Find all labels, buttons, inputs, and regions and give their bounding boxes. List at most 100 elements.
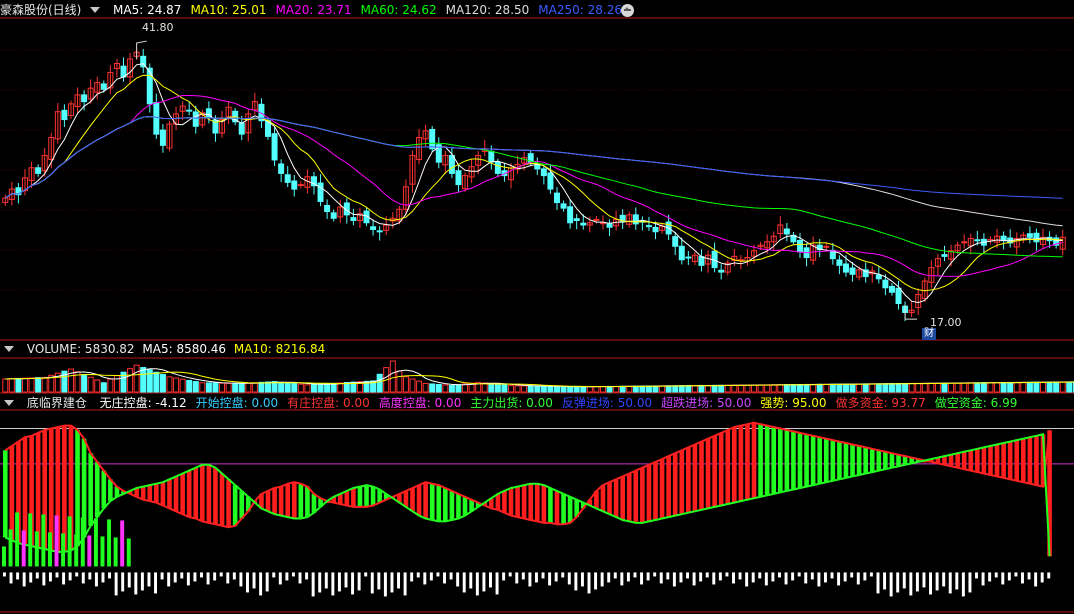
- volume-bar: [442, 384, 449, 393]
- volume-bar: [245, 382, 252, 393]
- indicator-bar: [416, 485, 422, 516]
- volume-bar: [521, 385, 528, 393]
- volume-bar: [173, 377, 180, 393]
- ma-legend-item: MA5: 24.87: [113, 3, 182, 17]
- candle-body: [842, 263, 849, 273]
- candle-body: [35, 167, 42, 174]
- indicator-negative-bar: [134, 572, 138, 595]
- volume-bar: [744, 384, 751, 393]
- volume-bar: [291, 383, 298, 393]
- volume-bar: [678, 385, 685, 393]
- indicator-negative-bar: [88, 572, 92, 580]
- indicator-bar: [285, 483, 291, 518]
- volume-bar: [915, 382, 922, 393]
- volume-bar: [888, 383, 895, 393]
- indicator-negative-bar: [810, 572, 814, 580]
- candle-body: [836, 259, 843, 266]
- dropdown-triangle-icon[interactable]: [4, 346, 14, 352]
- indicator-negative-bar: [475, 572, 479, 596]
- volume-bar: [258, 381, 265, 393]
- indicator-bar: [784, 429, 790, 491]
- indicator-negative-bar: [718, 572, 722, 581]
- indicator-negative-bar: [423, 572, 427, 585]
- volume-bar: [737, 384, 744, 393]
- volume-bar: [297, 383, 304, 393]
- indicator-negative-bar: [830, 572, 834, 579]
- indicator-negative-bar: [311, 572, 315, 597]
- indicator-bar: [200, 464, 205, 522]
- indicator-bar: [2, 450, 8, 538]
- candle-body: [100, 83, 107, 90]
- volume-bar: [396, 370, 403, 393]
- indicator-legend-item: 有庄控盘: 0.00: [287, 396, 370, 410]
- ma-legend-item: MA10: 25.01: [190, 3, 267, 17]
- candle-body: [448, 154, 455, 174]
- volume-bar: [586, 386, 593, 393]
- candle-body: [567, 206, 574, 224]
- volume-bar: [409, 378, 416, 393]
- indicator-bar: [370, 486, 376, 506]
- indicator-bar: [403, 490, 409, 507]
- dropdown-triangle-icon[interactable]: [90, 7, 101, 13]
- candle-body: [573, 218, 580, 221]
- indicator-negative-bar: [640, 572, 644, 585]
- indicator-bar: [712, 435, 717, 507]
- volume-bar: [508, 385, 515, 393]
- volume-bar: [567, 386, 574, 393]
- indicator-negative-bar: [902, 572, 906, 589]
- candle-body: [330, 212, 337, 219]
- volume-bar: [856, 383, 863, 393]
- indicator-start-bar: [67, 516, 72, 567]
- volume-bar: [994, 382, 1001, 393]
- ma-line: [5, 95, 1063, 277]
- volume-bar: [1066, 381, 1073, 393]
- candle-body: [61, 109, 68, 121]
- indicator-negative-bar: [915, 572, 919, 592]
- dropdown-triangle-icon[interactable]: [4, 400, 14, 406]
- indicator-negative-bar: [298, 572, 302, 584]
- scroll-up-icon[interactable]: [620, 4, 634, 17]
- indicator-negative-bar: [686, 572, 690, 579]
- indicator-bar: [600, 485, 606, 512]
- indicator-negative-bar: [764, 572, 768, 586]
- indicator-bar: [732, 427, 737, 503]
- indicator-legend-item: 超跌进场: 50.00: [661, 396, 752, 410]
- indicator-negative-bar: [1047, 572, 1051, 579]
- indicator-legend-item: 强势: 95.00: [760, 396, 827, 410]
- volume-bar: [304, 384, 311, 393]
- indicator-negative-bar: [495, 572, 499, 595]
- indicator-bar: [1001, 443, 1006, 478]
- indicator-negative-bar: [291, 572, 295, 577]
- volume-ma10: MA10: 8216.84: [233, 342, 326, 356]
- indicator-negative-bar: [180, 572, 184, 579]
- indicator-negative-bar: [620, 572, 624, 586]
- financial-report-badge[interactable]: 财: [922, 328, 936, 340]
- volume-bar: [8, 378, 15, 393]
- volume-bar: [842, 383, 849, 393]
- volume-bar: [251, 382, 258, 393]
- candle-body: [159, 129, 166, 146]
- candle-body: [376, 230, 383, 233]
- indicator-negative-bar: [462, 572, 466, 593]
- indicator-bar: [613, 479, 619, 518]
- volume-bar: [711, 384, 718, 393]
- indicator-start-bar: [80, 517, 85, 567]
- volume-bar: [140, 367, 147, 393]
- indicator-negative-bar: [9, 572, 13, 584]
- volume-bar: [764, 384, 771, 393]
- indicator-bar: [75, 429, 80, 547]
- volume-bar: [514, 385, 521, 393]
- volume-bar: [665, 385, 672, 393]
- indicator-negative-bar: [22, 572, 26, 587]
- indicator-bar: [1027, 437, 1033, 484]
- volume-bar: [718, 384, 725, 393]
- volume-bar: [1000, 381, 1007, 393]
- indicator-bar: [1034, 435, 1039, 486]
- indicator-bar: [311, 493, 317, 513]
- volume-bar: [751, 384, 758, 393]
- volume-bar: [954, 382, 961, 393]
- stock-title: 豪森股份(日线): [0, 3, 82, 17]
- indicator-start-bar: [8, 529, 13, 567]
- volume-bar: [980, 382, 987, 393]
- chart-canvas: [0, 17, 1074, 613]
